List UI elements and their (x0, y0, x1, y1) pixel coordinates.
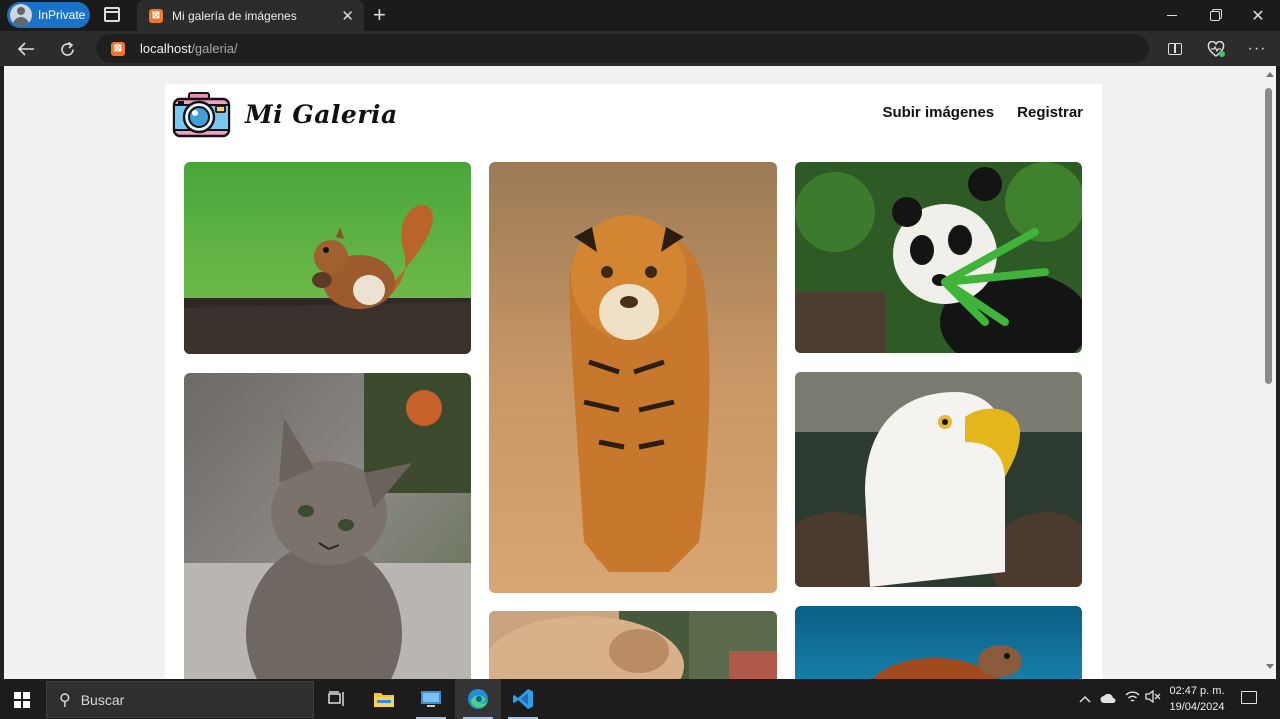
logo-text: Mi Galeria (245, 100, 398, 129)
clock-time: 02:47 p. m. (1169, 685, 1225, 697)
vscode-icon[interactable] (500, 679, 546, 719)
search-placeholder: Buscar (80, 691, 125, 708)
split-screen-icon[interactable] (1165, 39, 1185, 59)
search-icon: ⚲ (59, 691, 71, 709)
site-favicon-icon: ⊠ (111, 41, 125, 56)
clock-date: 19/04/2024 (1169, 701, 1225, 713)
tab-title: Mi galería de imágenes (172, 8, 297, 23)
restore-icon[interactable] (1193, 0, 1237, 31)
gallery-photo-squirrel[interactable] (184, 162, 471, 354)
windows-start-icon[interactable] (14, 692, 30, 708)
back-arrow-icon[interactable] (13, 36, 39, 62)
task-view-icon[interactable] (314, 679, 360, 719)
scroll-thumb[interactable] (1265, 88, 1272, 384)
scroll-up-icon[interactable] (1266, 72, 1274, 77)
scroll-down-icon[interactable] (1266, 664, 1274, 669)
inprivate-badge[interactable]: InPrivate (7, 2, 90, 28)
url-host: localhost (140, 41, 192, 56)
windows-taskbar: ⚲ Buscar 02:47 p. m. 19/04/2024 (0, 679, 1280, 719)
profile-avatar-icon (10, 4, 32, 26)
inprivate-label: InPrivate (38, 8, 86, 22)
speaker-muted-icon[interactable] (1145, 689, 1161, 706)
page-scrollbar[interactable] (1262, 66, 1276, 679)
browser-titlebar: InPrivate ⊠ Mi galería de imágenes ✕ + ✕ (0, 0, 1280, 31)
remote-desktop-icon[interactable] (408, 679, 454, 719)
gallery-photo-kitten[interactable] (184, 373, 471, 679)
gallery-page: Mi Galeria Subir imágenes Registrar (165, 84, 1102, 679)
gallery-photo-panda[interactable] (795, 162, 1082, 353)
close-window-icon[interactable]: ✕ (1236, 0, 1280, 31)
nav-upload-images[interactable]: Subir imágenes (882, 104, 994, 121)
notification-center-icon[interactable] (1241, 691, 1257, 704)
taskbar-search[interactable]: ⚲ Buscar (46, 681, 314, 718)
site-logo[interactable]: Mi Galeria (172, 91, 398, 138)
onedrive-cloud-icon[interactable] (1100, 692, 1117, 707)
reload-icon[interactable] (54, 36, 80, 62)
address-bar[interactable]: ⊠ localhost/galeria/ (96, 34, 1149, 63)
nav-register[interactable]: Registrar (1017, 104, 1083, 121)
more-options-icon[interactable]: ··· (1247, 39, 1267, 59)
system-clock[interactable]: 02:47 p. m. 19/04/2024 (1165, 683, 1229, 715)
chevron-up-icon[interactable] (1079, 691, 1091, 706)
main-nav: Subir imágenes Registrar (882, 104, 1083, 121)
browser-toolbar: ⊠ localhost/galeria/ ··· (0, 31, 1280, 66)
minimize-icon[interactable] (1150, 0, 1194, 31)
gallery-photo-bald-eagle[interactable] (795, 372, 1082, 587)
camera-logo-icon (172, 91, 231, 138)
gallery-photo-tiger[interactable] (489, 162, 777, 593)
browser-essentials-icon[interactable] (1206, 39, 1226, 59)
page-viewport: Mi Galeria Subir imágenes Registrar (4, 66, 1262, 679)
wifi-icon[interactable] (1125, 690, 1140, 706)
site-favicon-icon: ⊠ (149, 8, 163, 23)
new-tab-icon[interactable]: + (373, 3, 386, 27)
file-explorer-icon[interactable] (361, 679, 407, 719)
url-path: /galeria/ (191, 41, 238, 56)
browser-tab[interactable]: ⊠ Mi galería de imágenes ✕ (137, 0, 364, 31)
gallery-photo-sea-turtle[interactable] (795, 606, 1082, 679)
tab-actions-icon[interactable] (104, 7, 120, 22)
edge-browser-icon[interactable] (455, 679, 501, 719)
gallery-photo-lion-cub[interactable] (489, 611, 777, 679)
tab-close-icon[interactable]: ✕ (341, 7, 354, 25)
